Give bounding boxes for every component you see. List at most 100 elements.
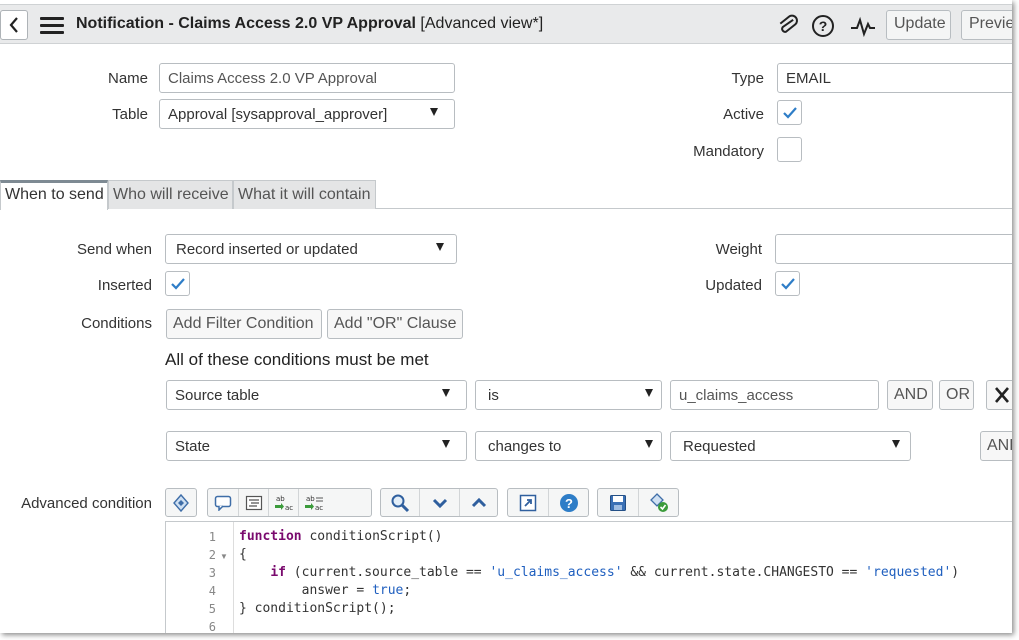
tab-when-to-send[interactable]: When to send — [0, 180, 108, 210]
checkmark-icon — [780, 277, 795, 290]
code-text: answer = — [239, 583, 373, 598]
updated-label: Updated — [705, 277, 762, 294]
active-checkbox[interactable] — [777, 100, 802, 125]
condition-1-operator: is — [488, 387, 499, 404]
editor-toolbar-group-2: ab ac ab ac — [207, 488, 372, 517]
code-text: && current.state.CHANGESTO == — [622, 565, 866, 580]
table-select[interactable]: Approval [sysapproval_approver] — [159, 99, 455, 129]
menu-icon[interactable] — [40, 15, 64, 35]
send-when-select[interactable]: Record inserted or updated — [165, 234, 457, 264]
code-line-3: if (current.source_table == 'u_claims_ac… — [239, 565, 959, 580]
script-editor[interactable]: 1 2 ▼ 3 4 5 6 function conditionScript()… — [165, 521, 1012, 633]
chevron-left-icon — [9, 17, 18, 33]
line-number: 6 — [208, 620, 216, 633]
condition-1-field: Source table — [175, 387, 260, 404]
condition-1-remove-button[interactable] — [986, 380, 1012, 410]
svg-text:ac: ac — [285, 504, 293, 512]
line-number: 1 — [208, 530, 216, 544]
code-string: 'requested' — [865, 565, 952, 580]
condition-1-operator-select[interactable]: is — [475, 380, 662, 410]
preview-button[interactable]: Previe — [961, 10, 1012, 40]
help-icon[interactable]: ? — [548, 489, 588, 516]
code-text: conditionScript() — [301, 529, 443, 544]
tab-who-will-receive[interactable]: Who will receive — [108, 180, 233, 209]
send-when-label: Send when — [76, 241, 152, 258]
help-circle-icon[interactable]: ? — [810, 13, 836, 39]
condition-1-field-select[interactable]: Source table — [166, 380, 467, 410]
checkmark-icon — [782, 106, 797, 119]
notification-form-window: Notification - Claims Access 2.0 VP Appr… — [0, 0, 1012, 633]
fold-down-icon[interactable] — [419, 489, 459, 516]
fold-up-icon[interactable] — [459, 489, 497, 516]
condition-2-and-button[interactable]: AND — [980, 431, 1012, 461]
replace-all-icon[interactable]: ab ac — [298, 489, 328, 516]
view-name: [Advanced view*] — [420, 15, 544, 32]
condition-1-or-button[interactable]: OR — [939, 380, 974, 410]
condition-2-field: State — [175, 438, 211, 455]
add-filter-condition-button[interactable]: Add Filter Condition — [166, 309, 322, 339]
svg-text:ac: ac — [315, 504, 323, 512]
line-number: 2 — [208, 548, 216, 562]
editor-toolbar-group-4: ? — [507, 488, 589, 517]
weight-input[interactable] — [775, 234, 1012, 264]
advanced-condition-label: Advanced condition — [21, 495, 152, 512]
table-select-value: Approval [sysapproval_approver] — [168, 106, 388, 123]
replace-icon[interactable]: ab ac — [268, 489, 298, 516]
condition-1-value-input[interactable]: u_claims_access — [670, 380, 879, 410]
dropdown-arrow-icon — [430, 108, 438, 116]
update-button[interactable]: Update — [886, 10, 951, 40]
back-button[interactable] — [0, 10, 28, 40]
fullscreen-icon[interactable] — [508, 489, 548, 516]
attachment-icon[interactable] — [775, 13, 801, 39]
active-label: Active — [723, 106, 764, 123]
condition-2-operator-select[interactable]: changes to — [475, 431, 662, 461]
condition-1-and-button[interactable]: AND — [887, 380, 933, 410]
type-input[interactable]: EMAIL — [777, 63, 1012, 93]
condition-2-value-select[interactable]: Requested — [670, 431, 911, 461]
tab-what-it-will-contain[interactable]: What it will contain — [233, 180, 376, 209]
line-number: 5 — [208, 602, 216, 616]
svg-text:?: ? — [819, 18, 828, 34]
page-title: Notification - Claims Access 2.0 VP Appr… — [76, 15, 543, 33]
dropdown-arrow-icon — [892, 440, 900, 448]
code-line-2: { — [239, 547, 247, 562]
name-input[interactable]: Claims Access 2.0 VP Approval — [159, 63, 455, 93]
checkmark-icon — [170, 277, 185, 290]
form-header: Notification - Claims Access 2.0 VP Appr… — [0, 4, 1012, 44]
comment-icon[interactable] — [208, 489, 238, 516]
code-text: (current.source_table == — [285, 565, 490, 580]
weight-label: Weight — [715, 241, 762, 258]
search-icon[interactable] — [381, 489, 419, 516]
save-icon[interactable] — [598, 489, 638, 516]
format-icon[interactable] — [238, 489, 268, 516]
editor-toolbar-group-3 — [380, 488, 498, 517]
condition-2-operator: changes to — [488, 438, 562, 455]
toggle-syntax-icon[interactable] — [166, 489, 196, 516]
condition-2-value: Requested — [683, 438, 756, 455]
dropdown-arrow-icon — [645, 440, 653, 448]
record-title: Notification - Claims Access 2.0 VP Appr… — [76, 15, 416, 32]
close-icon — [995, 387, 1009, 403]
dropdown-arrow-icon — [645, 389, 653, 397]
updated-checkbox[interactable] — [775, 271, 800, 296]
fold-arrow-icon[interactable]: ▼ — [220, 552, 228, 561]
mandatory-label: Mandatory — [693, 143, 764, 160]
table-label: Table — [112, 106, 148, 123]
dropdown-arrow-icon — [442, 389, 450, 397]
mandatory-checkbox[interactable] — [777, 137, 802, 162]
inserted-checkbox[interactable] — [165, 271, 190, 296]
add-or-clause-button[interactable]: Add "OR" Clause — [327, 309, 463, 339]
name-label: Name — [107, 70, 148, 87]
activity-pulse-icon[interactable] — [850, 13, 876, 39]
condition-2-field-select[interactable]: State — [166, 431, 467, 461]
dropdown-arrow-icon — [442, 440, 450, 448]
type-label: Type — [731, 70, 764, 87]
validate-icon[interactable] — [638, 489, 678, 516]
svg-text:ab: ab — [306, 495, 315, 503]
line-number: 4 — [208, 584, 216, 598]
svg-text:ab: ab — [276, 495, 285, 503]
code-keyword: if — [270, 565, 286, 580]
editor-toolbar-group-1 — [165, 488, 197, 517]
editor-toolbar-group-5 — [597, 488, 679, 517]
